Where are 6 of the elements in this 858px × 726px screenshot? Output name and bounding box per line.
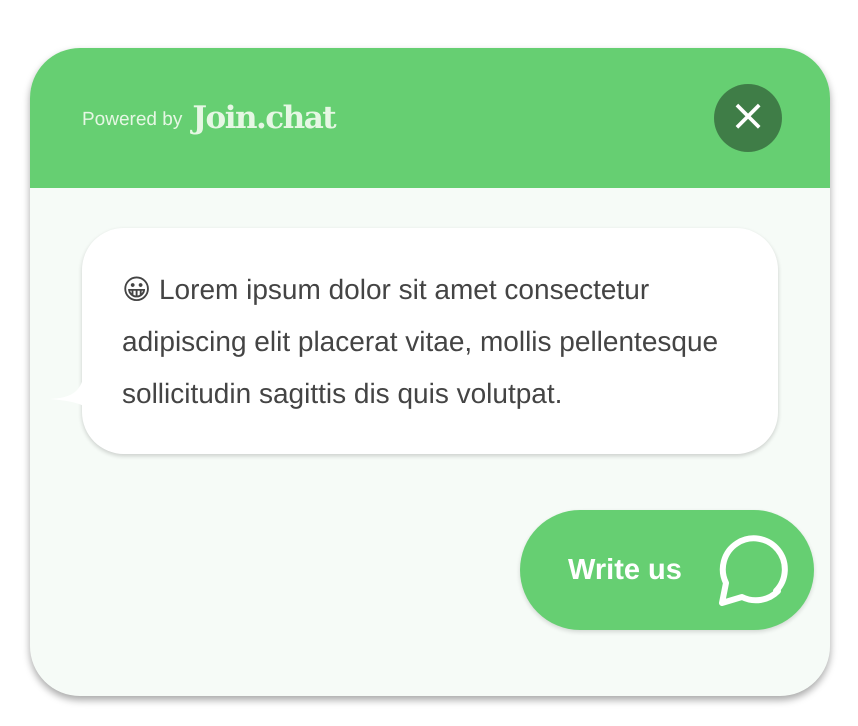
close-button[interactable]: × — [714, 84, 782, 152]
powered-by-text: Powered by — [82, 109, 182, 131]
chat-bubble-icon — [716, 533, 790, 607]
write-us-button[interactable]: Write us — [520, 510, 814, 630]
chat-message: 😀 Lorem ipsum dolor sit amet consectetur adipiscing elit placerat vitae, mollis pellentesque sollicitudin sagittis dis quis volutpat. — [82, 228, 778, 454]
brand-logo[interactable]: Join.chat — [192, 100, 336, 136]
